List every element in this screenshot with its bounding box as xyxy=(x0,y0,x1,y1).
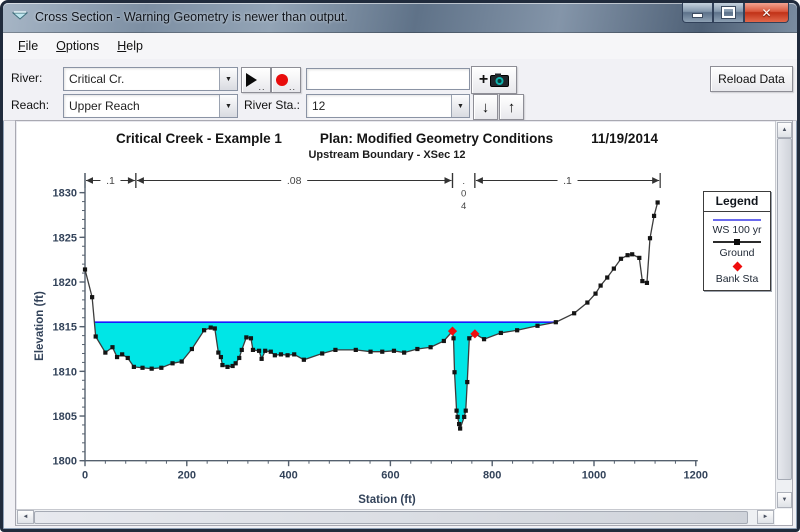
legend-title: Legend xyxy=(704,192,770,212)
window-icon xyxy=(12,11,28,24)
window-title: Cross Section - Warning Geometry is newe… xyxy=(35,10,348,24)
camera-icon xyxy=(490,73,509,87)
ground-line xyxy=(85,202,658,428)
reload-data-button[interactable]: Reload Data xyxy=(710,66,793,92)
svg-text:.: . xyxy=(462,176,465,187)
bank-sta-swatch xyxy=(732,262,742,272)
svg-text:1810: 1810 xyxy=(53,366,77,378)
minimize-button[interactable] xyxy=(682,3,713,23)
river-sta-combobox[interactable]: 12 ▼ xyxy=(306,94,470,118)
svg-text:1830: 1830 xyxy=(53,188,77,200)
add-photo-button[interactable]: + xyxy=(471,66,517,94)
menu-file[interactable]: File xyxy=(9,35,47,57)
reach-label: Reach: xyxy=(11,98,49,112)
upstream-button[interactable]: ↑ xyxy=(499,94,524,120)
scroll-left-icon[interactable]: ◄ xyxy=(17,510,34,524)
menu-options[interactable]: Options xyxy=(47,35,108,57)
svg-text:200: 200 xyxy=(178,470,196,482)
plus-icon: + xyxy=(479,71,488,89)
scroll-up-icon[interactable]: ▲ xyxy=(777,122,792,138)
ground-line-swatch xyxy=(713,241,761,243)
svg-text:.1: .1 xyxy=(563,175,572,187)
plot-panel: Critical Creek - Example 1 Plan: Modifie… xyxy=(15,120,793,526)
svg-text:800: 800 xyxy=(483,470,501,482)
plot-animate-button[interactable]: .. xyxy=(241,67,271,93)
svg-text:1815: 1815 xyxy=(53,322,77,334)
river-combobox[interactable]: Critical Cr. ▼ xyxy=(63,67,238,91)
chevron-down-icon[interactable]: ▼ xyxy=(219,68,237,90)
svg-text:1820: 1820 xyxy=(53,277,77,289)
maximize-icon xyxy=(722,7,735,18)
svg-text:1800: 1800 xyxy=(53,456,77,468)
svg-text:1825: 1825 xyxy=(53,232,77,244)
svg-text:.08: .08 xyxy=(287,175,302,187)
arrow-down-icon: ↓ xyxy=(482,100,490,115)
y-axis-title: Elevation (ft) xyxy=(34,291,46,361)
x-axis-title: Station (ft) xyxy=(16,494,758,506)
legend-entry-bank: Bank Sta xyxy=(716,273,759,285)
animation-field[interactable] xyxy=(306,68,470,90)
legend-entry-ground: Ground xyxy=(719,247,754,259)
legend-box: Legend WS 100 yr Ground Bank Sta xyxy=(703,191,771,291)
ws-line-swatch xyxy=(713,219,761,221)
record-button[interactable]: .. xyxy=(271,67,301,93)
minimize-icon xyxy=(692,13,703,18)
menu-help[interactable]: Help xyxy=(108,35,152,57)
river-sta-label: River Sta.: xyxy=(244,98,300,112)
chevron-down-icon[interactable]: ▼ xyxy=(451,95,469,117)
vertical-scrollbar[interactable]: ▲ ▼ xyxy=(775,121,792,509)
cross-section-chart[interactable]: .1.08.04.1180018051810181518201825183002… xyxy=(16,121,775,509)
mannings-n-arrows: .1 .08. 04 .1 xyxy=(85,173,660,212)
svg-text:1000: 1000 xyxy=(582,470,606,482)
vertical-scroll-thumb[interactable] xyxy=(777,138,792,480)
record-icon xyxy=(276,74,288,86)
svg-text:1805: 1805 xyxy=(53,411,77,423)
svg-text:4: 4 xyxy=(461,201,466,212)
horizontal-scroll-thumb[interactable] xyxy=(34,511,748,524)
reach-value: Upper Reach xyxy=(64,99,219,113)
scroll-right-icon[interactable]: ► xyxy=(757,510,774,524)
svg-text:.1: .1 xyxy=(106,175,115,187)
maximize-button[interactable] xyxy=(713,3,744,23)
menu-bar: File Options Help xyxy=(3,33,797,60)
ground-markers xyxy=(83,200,660,430)
svg-text:600: 600 xyxy=(381,470,399,482)
dots-icon: .. xyxy=(289,82,296,92)
river-value: Critical Cr. xyxy=(64,72,219,86)
horizontal-scrollbar[interactable]: ◄ ► xyxy=(16,509,775,525)
reach-combobox[interactable]: Upper Reach ▼ xyxy=(63,94,238,118)
river-sta-value: 12 xyxy=(307,99,451,113)
svg-text:1200: 1200 xyxy=(684,470,708,482)
arrow-up-icon: ↑ xyxy=(508,100,516,115)
river-label: River: xyxy=(11,71,42,85)
svg-text:0: 0 xyxy=(461,189,466,200)
screenshot-stage: Cross Section - Warning Geometry is newe… xyxy=(0,0,800,532)
cross-section-window: Cross Section - Warning Geometry is newe… xyxy=(0,0,800,532)
svg-text:400: 400 xyxy=(279,470,297,482)
svg-text:0: 0 xyxy=(82,470,88,482)
close-button[interactable]: ✕ xyxy=(744,3,789,23)
toolbar: River: Critical Cr. ▼ .. .. + xyxy=(3,59,797,121)
legend-entry-ws: WS 100 yr xyxy=(712,224,761,236)
close-icon: ✕ xyxy=(761,7,771,19)
title-bar[interactable]: Cross Section - Warning Geometry is newe… xyxy=(3,3,797,33)
dots-icon: .. xyxy=(258,82,265,92)
play-icon xyxy=(246,73,257,87)
chevron-down-icon[interactable]: ▼ xyxy=(219,95,237,117)
scroll-down-icon[interactable]: ▼ xyxy=(777,492,792,508)
downstream-button[interactable]: ↓ xyxy=(473,94,498,120)
